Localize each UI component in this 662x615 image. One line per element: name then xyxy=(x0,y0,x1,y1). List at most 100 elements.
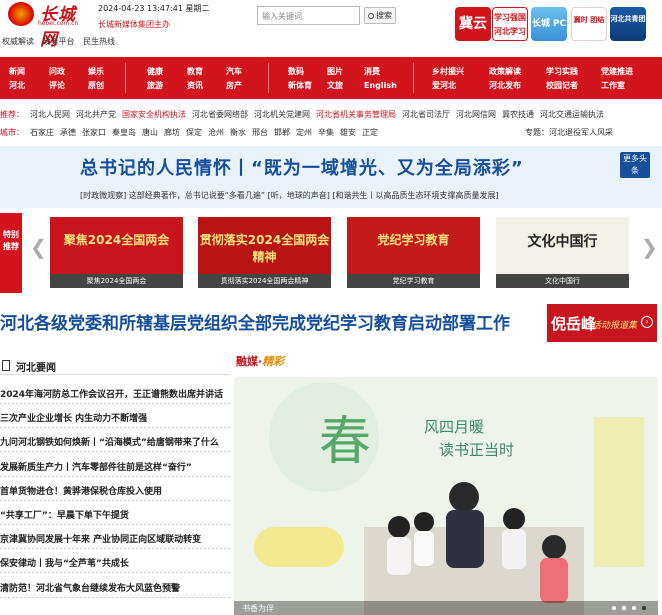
city-link[interactable]: 保定 xyxy=(186,128,202,137)
nav-link[interactable]: 爱河北 xyxy=(432,79,464,93)
quick-link[interactable]: 河北共产党 xyxy=(76,110,116,119)
nav-link[interactable]: 河北发布 xyxy=(489,79,521,93)
banner-subtitle[interactable]: [时政微观察] 这部经典著作，总书记说要“多看几遍” [听，地球的声音] [和谐… xyxy=(80,190,499,201)
banner-title[interactable]: 总书记的人民情怀丨“既为一域增光、又为全局添彩” xyxy=(80,154,524,180)
carousel-dot-active[interactable] xyxy=(642,606,646,610)
section-icon xyxy=(2,360,10,371)
activity-report-badge[interactable]: 倪岳峰 活动报道集 › xyxy=(547,304,657,342)
city-link[interactable]: 辛集 xyxy=(318,128,334,137)
header-link[interactable]: 权威解读 xyxy=(2,37,34,46)
host-slogan[interactable]: 长城新媒体集团主办 xyxy=(98,19,170,30)
app-jiyun-icon[interactable]: 冀云 xyxy=(455,7,491,41)
top-headline[interactable]: 河北各级党委和所辖基层党组织全部完成党纪学习教育启动部署工作 xyxy=(0,309,510,334)
news-divider xyxy=(0,403,230,404)
news-item[interactable]: 京津冀协同发展十年来 产业协同正向区域联动转变 xyxy=(0,532,232,545)
nav-link[interactable]: 娱乐 xyxy=(88,65,104,79)
search-input[interactable]: 输入关键词 xyxy=(257,6,360,25)
slider-card[interactable]: 党纪学习教育 党纪学习教育 xyxy=(347,217,480,289)
app-gongqingtuan-icon[interactable]: 河北共青团 xyxy=(610,7,646,41)
city-link[interactable]: 衡水 xyxy=(230,128,246,137)
news-item[interactable]: 三次产业企业增长 内生动力不断增强 xyxy=(0,411,232,424)
nav-link[interactable]: 工作室 xyxy=(601,79,633,93)
app-jishi-icon[interactable]: 冀时 团结 xyxy=(571,7,607,41)
nav-link[interactable]: 汽车 xyxy=(226,65,242,79)
header-link[interactable]: 民生热线 xyxy=(83,37,115,46)
city-link[interactable]: 张家口 xyxy=(82,128,106,137)
app-xuexi-icon[interactable]: 学习强国 河北学习平台 xyxy=(492,7,528,41)
city-link[interactable]: 唐山 xyxy=(142,128,158,137)
quick-link[interactable]: 河北机关党建网 xyxy=(254,110,310,119)
quick-link[interactable]: 河北省机关事务管理局 xyxy=(316,110,396,119)
header-link[interactable]: 政务平台 xyxy=(43,37,75,46)
nav-column: 消费 English xyxy=(364,65,397,93)
nav-link[interactable]: 政策解读 xyxy=(489,65,521,79)
nav-link[interactable]: 图片 xyxy=(327,65,343,79)
nav-link[interactable]: 健康 xyxy=(147,65,163,79)
quick-link[interactable]: 河北交通运输执法 xyxy=(540,110,604,119)
quick-link[interactable]: 河北省司法厅 xyxy=(402,110,450,119)
news-item[interactable]: 2024年海河防总工作会议召开，王正谱熊数出席并讲话 xyxy=(0,387,232,400)
nav-link[interactable]: 房产 xyxy=(226,79,242,93)
city-link[interactable]: 正定 xyxy=(362,128,378,137)
slider-prev-icon[interactable]: ❮ xyxy=(30,235,47,259)
slider-card[interactable]: 聚焦2024全国两会 聚焦2024全国两会 xyxy=(50,217,183,289)
nav-link[interactable]: 数码 xyxy=(288,65,312,79)
city-link[interactable]: 石家庄 xyxy=(30,128,54,137)
carousel-dot[interactable] xyxy=(612,606,616,610)
slider-next-icon[interactable]: ❯ xyxy=(641,235,658,259)
city-link[interactable]: 秦皇岛 xyxy=(112,128,136,137)
news-item[interactable]: 发展新质生产力丨汽车零部件往前是这样“奋行” xyxy=(0,460,232,473)
quick-link[interactable]: 河北人民网 xyxy=(30,110,70,119)
news-item[interactable]: 清防范！河北省气象台继续发布大风蓝色预警 xyxy=(0,581,232,594)
nav-link[interactable]: 新体育 xyxy=(288,79,312,93)
nav-link[interactable]: 党建推进 xyxy=(601,65,633,79)
slider-card-image: 贯彻落实2024全国两会精神 xyxy=(198,217,331,274)
nav-link[interactable]: English xyxy=(364,79,397,93)
quick-link[interactable]: 国家安全机构执法 xyxy=(122,110,186,119)
city-link[interactable]: 廊坊 xyxy=(164,128,180,137)
city-link[interactable]: 邯郸 xyxy=(274,128,290,137)
city-link[interactable]: 雄安 xyxy=(340,128,356,137)
topic-link[interactable]: 专题：河北退役军人风采 xyxy=(525,127,613,138)
media-photo[interactable]: 春 风四月暖 读书正当时 书香为伴 xyxy=(234,377,658,615)
slider-card[interactable]: 文化中国行 文化中国行 xyxy=(496,217,629,289)
nav-link[interactable]: 教育 xyxy=(187,65,203,79)
nav-link[interactable]: 消费 xyxy=(364,65,397,79)
media-section-title: 融媒·精彩 xyxy=(236,353,284,369)
nav-column: 教育 资讯 xyxy=(187,65,203,93)
city-link[interactable]: 沧州 xyxy=(208,128,224,137)
news-item[interactable]: 保安律动丨我与“全芦苇”共成长 xyxy=(0,556,232,569)
headline-banner: 总书记的人民情怀丨“既为一域增光、又为全局添彩” [时政微观察] 这部经典著作，… xyxy=(0,146,662,208)
quick-link[interactable]: 河北网信网 xyxy=(456,110,496,119)
nav-link[interactable]: 文旅 xyxy=(327,79,343,93)
nav-link[interactable]: 原创 xyxy=(88,79,104,93)
more-headlines-button[interactable]: 更多头条 xyxy=(620,152,650,178)
city-link[interactable]: 承德 xyxy=(60,128,76,137)
search-button[interactable]: 搜索 xyxy=(364,7,396,24)
nav-link[interactable]: 乡村振兴 xyxy=(432,65,464,79)
carousel-dot[interactable] xyxy=(632,606,636,610)
nav-link[interactable]: 学习实践 xyxy=(546,65,578,79)
quick-link[interactable]: 河北省委网络部 xyxy=(192,110,248,119)
news-divider xyxy=(0,427,230,429)
city-link[interactable]: 定州 xyxy=(296,128,312,137)
news-item[interactable]: 九问河北钢铁如何焕新丨“沿海模式”给唐钢带来了什么 xyxy=(0,435,232,448)
slider-card-image: 文化中国行 xyxy=(496,217,629,274)
app-changcheng-icon[interactable]: 长城 PC xyxy=(531,7,567,41)
app-label: 学习强国 河北学习平台 xyxy=(494,13,526,36)
nav-link[interactable]: 新闻 xyxy=(9,65,25,79)
nav-link[interactable]: 评论 xyxy=(49,79,65,93)
nav-link[interactable]: 问政 xyxy=(49,65,65,79)
nav-link[interactable]: 资讯 xyxy=(187,79,203,93)
site-logo[interactable]: 长城网 hebei.com.cn xyxy=(2,0,92,50)
nav-link[interactable]: 旅游 xyxy=(147,79,163,93)
news-item[interactable]: “共享工厂”：早晨下单下午提货 xyxy=(0,508,232,521)
quick-link[interactable]: 冀农技通 xyxy=(502,110,534,119)
slider-card[interactable]: 贯彻落实2024全国两会精神 贯彻落实2024全国两会精神 xyxy=(198,217,331,289)
carousel-dot[interactable] xyxy=(622,606,626,610)
city-link[interactable]: 邢台 xyxy=(252,128,268,137)
nav-link[interactable]: 校园记者 xyxy=(546,79,578,93)
news-item[interactable]: 首单货物进仓！黄骅港保税仓库投入使用 xyxy=(0,484,232,497)
nav-link[interactable]: 河北 xyxy=(9,79,25,93)
news-section-title[interactable]: 河北要闻 xyxy=(16,359,56,374)
